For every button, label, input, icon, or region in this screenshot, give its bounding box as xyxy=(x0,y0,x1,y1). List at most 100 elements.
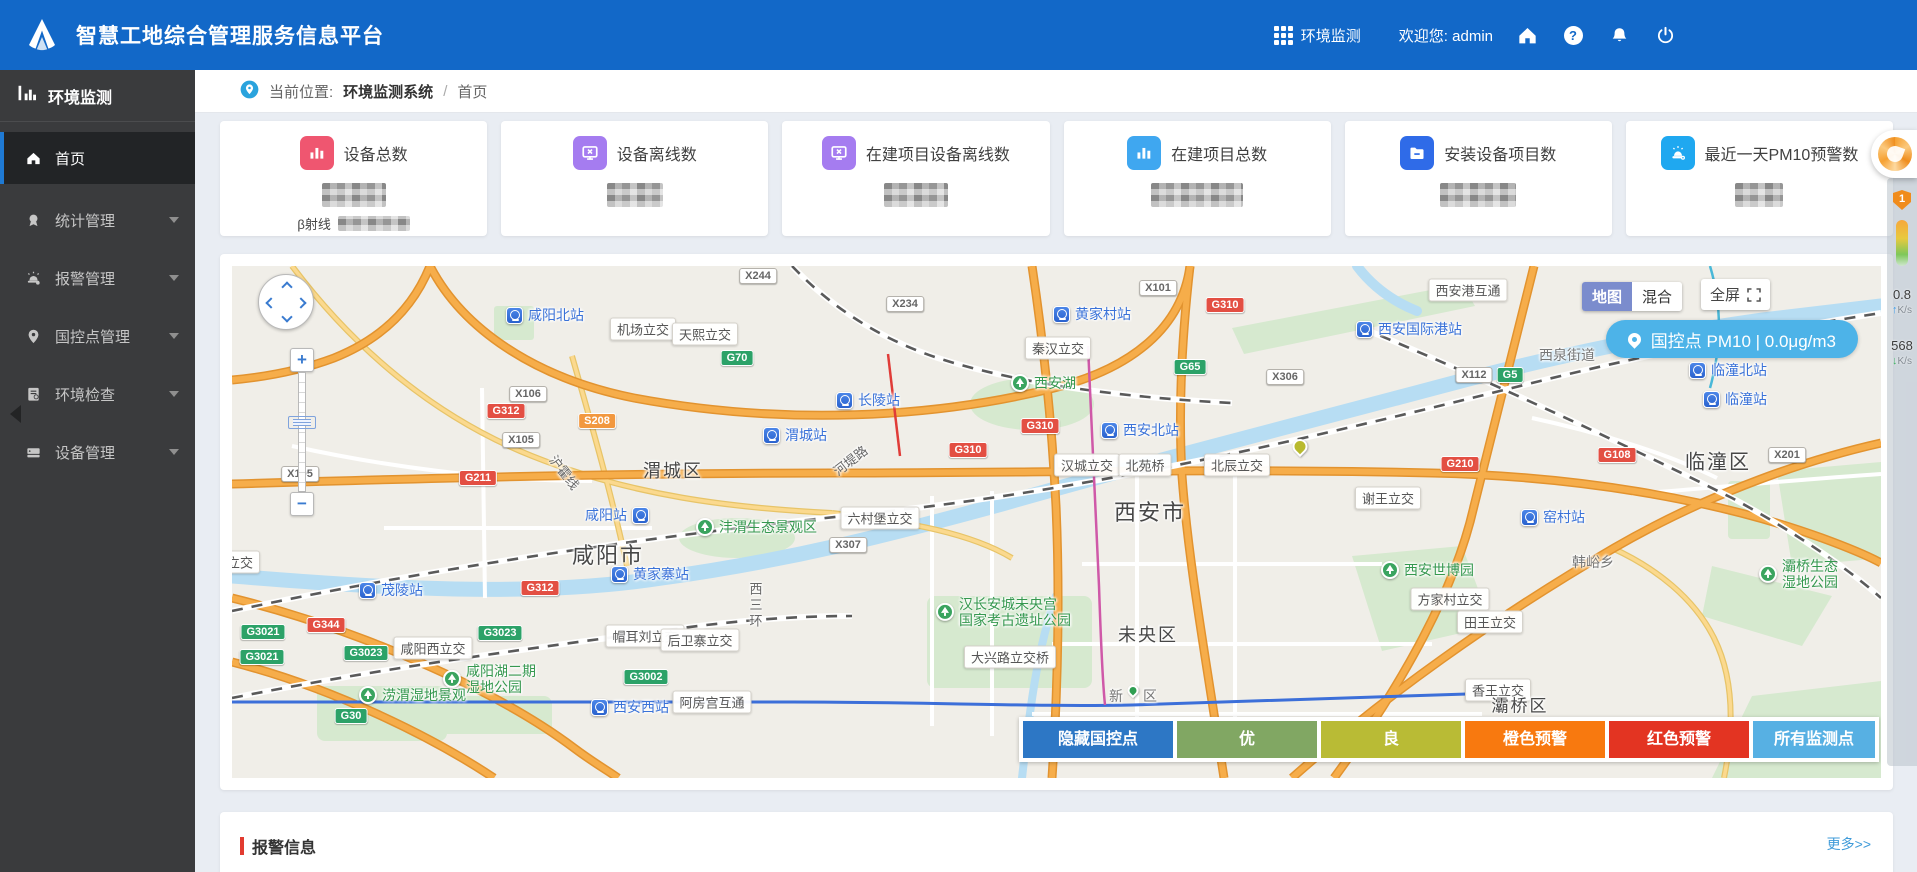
monitorx-icon xyxy=(572,136,607,170)
alarm-icon xyxy=(24,270,42,287)
bell-icon[interactable] xyxy=(1607,23,1631,47)
area-label: 西安市 xyxy=(1113,500,1187,525)
railway-station-icon xyxy=(763,426,780,444)
home-icon xyxy=(24,150,42,167)
stat-card-title: 在建项目总数 xyxy=(1171,147,1268,164)
signal-gradient-bar xyxy=(1896,220,1908,266)
stat-card-2: 在建项目设备离线数 xyxy=(782,121,1050,236)
stat-card-0: 设备总数 β射线 xyxy=(220,121,488,236)
legend-button-0[interactable]: 隐藏国控点 xyxy=(1023,721,1173,758)
map-canvas[interactable]: 咸阳北站 黄家村站西安国际港站长陵站 渭城站咸阳站 西安北站 临潼北站临潼站窑村站茂陵站… xyxy=(232,266,1881,778)
title-accent-bar xyxy=(240,837,244,855)
masked-subvalue xyxy=(337,216,410,231)
legend-button-2[interactable]: 良 xyxy=(1321,721,1461,758)
shield-badge: 1 xyxy=(1893,190,1911,210)
map-road-label: 秦汉立交 xyxy=(1024,336,1092,360)
map-station[interactable]: 咸阳站 xyxy=(585,505,649,525)
sidebar-item-1[interactable]: 统计管理 xyxy=(0,194,195,246)
map-station[interactable]: 西安西站 xyxy=(591,697,669,717)
railway-station-icon xyxy=(1356,320,1373,338)
fullscreen-button[interactable]: 全屏 xyxy=(1700,279,1770,310)
breadcrumb-system[interactable]: 环境监测系统 xyxy=(343,81,433,102)
map-park[interactable]: 汉长安城未央宫 国家考古遗址公园 xyxy=(936,596,1071,628)
map-type-map[interactable]: 地图 xyxy=(1581,282,1632,311)
page: 智慧工地综合管理服务信息平台 环境监测 欢迎您: admin ? 环境监测 首页… xyxy=(0,0,1917,872)
help-icon[interactable]: ? xyxy=(1561,23,1585,47)
map-station[interactable]: 长陵站 xyxy=(836,390,900,410)
masked-value xyxy=(1440,183,1517,207)
road-shield: G310 xyxy=(1205,297,1245,313)
chevron-down-icon xyxy=(169,333,179,339)
device-icon xyxy=(24,444,42,461)
legend-button-5[interactable]: 所有监测点 xyxy=(1753,721,1875,758)
bar-chart-icon xyxy=(18,84,38,107)
stat-card-4: 安装设备项目数 xyxy=(1344,121,1612,236)
map-station[interactable]: 茂陵站 xyxy=(359,580,423,600)
floating-widget-tab[interactable] xyxy=(1871,130,1917,178)
road-shield: S208 xyxy=(578,413,616,429)
sidebar-item-5[interactable]: 设备管理 xyxy=(0,426,195,478)
monitor-point-pin[interactable] xyxy=(1125,682,1141,699)
map-type-hybrid[interactable]: 混合 xyxy=(1631,282,1682,311)
map-station[interactable]: 渭城站 xyxy=(763,425,827,445)
location-pin-icon xyxy=(240,80,259,103)
railway-station-icon xyxy=(1053,305,1070,323)
map-station[interactable]: 西安国际港站 xyxy=(1356,319,1462,339)
net-speed-panel[interactable]: 1 0.8 ↑K/s 568 ↓K/s xyxy=(1887,178,1917,766)
more-link[interactable]: 更多>> xyxy=(1827,834,1871,854)
map-road-label: 田王立交 xyxy=(1456,610,1524,634)
road-shield: G3021 xyxy=(239,649,285,665)
zoom-slider-handle[interactable] xyxy=(288,416,316,429)
module-switcher[interactable]: 环境监测 xyxy=(1273,25,1361,46)
pin-icon xyxy=(1625,329,1644,349)
zoom-in-button[interactable]: + xyxy=(290,348,314,372)
map-station[interactable]: 窑村站 xyxy=(1521,507,1585,527)
map-road-label: 方家村立交 xyxy=(1410,587,1490,611)
place-label: 新 xyxy=(1109,688,1123,704)
railway-station-icon xyxy=(359,581,376,599)
road-shield: G3023 xyxy=(343,645,389,661)
app-title: 智慧工地综合管理服务信息平台 xyxy=(76,25,384,48)
road-shield: G30 xyxy=(334,708,368,724)
sidebar-item-0[interactable]: 首页 xyxy=(0,132,195,184)
road-shield: G310 xyxy=(1020,418,1060,434)
stat-card-subtitle: β射线 xyxy=(297,217,331,232)
sidebar-item-3[interactable]: 国控点管理 xyxy=(0,310,195,362)
map-station[interactable]: 西安北站 xyxy=(1101,420,1179,440)
sidebar-item-2[interactable]: 报警管理 xyxy=(0,252,195,304)
monitor-point-pin[interactable] xyxy=(1289,435,1311,458)
map-park[interactable]: 西安世博园 xyxy=(1381,561,1474,579)
stat-card-title: 设备总数 xyxy=(343,147,408,164)
map-park[interactable]: 西安湖 xyxy=(1011,374,1076,392)
sidebar-collapse-icon[interactable] xyxy=(10,405,21,423)
sidebar-item-4[interactable]: 环境检查 xyxy=(0,368,195,420)
park-icon xyxy=(936,603,954,621)
map-park[interactable]: 灞桥生态 湿地公园 xyxy=(1759,558,1838,590)
place-label: 西泉街道 xyxy=(1539,347,1595,363)
zoom-slider-track[interactable] xyxy=(298,372,306,492)
masked-value xyxy=(1735,183,1784,207)
sidebar: 环境监测 首页 统计管理 报警管理 国控点管理 环境检查 设备管理 xyxy=(0,70,195,872)
map-station[interactable]: 咸阳北站 xyxy=(506,305,584,325)
road-shield: X244 xyxy=(739,268,777,284)
map-station[interactable]: 临潼站 xyxy=(1703,389,1767,409)
map-park[interactable]: 沣渭生态景观区 xyxy=(696,518,817,536)
road-shield: G344 xyxy=(306,617,346,633)
legend-button-4[interactable]: 红色预警 xyxy=(1609,721,1749,758)
chevron-down-icon xyxy=(169,391,179,397)
map-station[interactable]: 临潼北站 xyxy=(1689,360,1767,380)
floating-widget-logo-icon xyxy=(1878,137,1912,171)
siren-icon xyxy=(1660,136,1695,170)
map-park[interactable]: 涝渭湿地景观 xyxy=(359,686,466,704)
map-station[interactable]: 黄家村站 xyxy=(1053,304,1131,324)
legend-button-1[interactable]: 优 xyxy=(1177,721,1317,758)
power-icon[interactable] xyxy=(1653,23,1677,47)
pm10-tooltip[interactable]: 国控点 PM10 | 0.0μg/m3 xyxy=(1605,320,1858,358)
map-pan-control[interactable] xyxy=(258,274,314,330)
home-icon[interactable] xyxy=(1515,23,1539,47)
zoom-out-button[interactable]: − xyxy=(290,492,314,516)
legend-button-3[interactable]: 橙色预警 xyxy=(1465,721,1605,758)
road-shield: X101 xyxy=(1139,280,1177,296)
sidebar-item-label: 环境检查 xyxy=(55,386,116,404)
area-label: 渭城区 xyxy=(643,461,703,481)
